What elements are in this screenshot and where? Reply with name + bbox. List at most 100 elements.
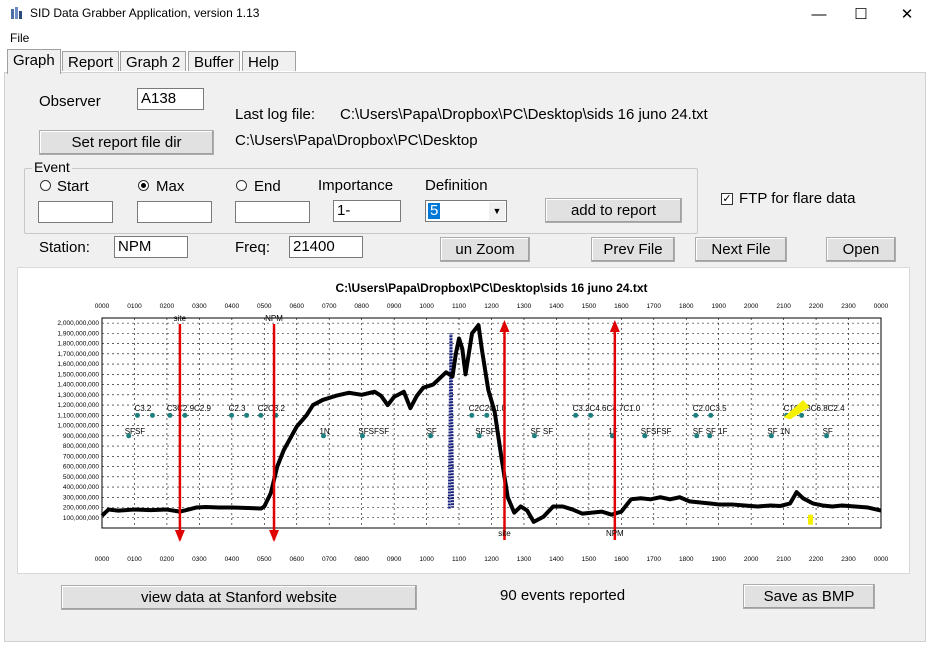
tab-buffer[interactable]: Buffer bbox=[188, 51, 240, 71]
x-tick-label-bottom: 1000 bbox=[419, 556, 434, 563]
tab-report[interactable]: Report bbox=[62, 51, 120, 71]
y-tick-label: 600,000,000 bbox=[63, 464, 100, 471]
max-radio[interactable] bbox=[138, 180, 149, 191]
x-tick-label-bottom: 0100 bbox=[127, 556, 142, 563]
x-tick-label-top: 0000 bbox=[95, 303, 110, 310]
event-group-label: Event bbox=[32, 159, 72, 175]
x-tick-label-top: 1600 bbox=[614, 303, 629, 310]
x-tick-label-top: 0400 bbox=[225, 303, 240, 310]
x-tick-label-bottom: 2100 bbox=[776, 556, 791, 563]
definition-select[interactable]: 5 ▼ bbox=[425, 200, 507, 222]
app-icon bbox=[11, 7, 22, 19]
open-button[interactable]: Open bbox=[826, 237, 896, 262]
maximize-button[interactable]: ☐ bbox=[838, 0, 884, 28]
y-tick-label: 500,000,000 bbox=[63, 474, 100, 481]
x-tick-label-top: 1700 bbox=[647, 303, 662, 310]
y-tick-label: 1,800,000,000 bbox=[57, 341, 99, 348]
unzoom-button[interactable]: un Zoom bbox=[440, 237, 530, 262]
prev-file-button[interactable]: Prev File bbox=[591, 237, 675, 262]
x-tick-label-top: 1400 bbox=[549, 303, 564, 310]
x-tick-label-top: 2000 bbox=[744, 303, 759, 310]
x-tick-label-top: 1000 bbox=[419, 303, 434, 310]
tab-graph-2[interactable]: Graph 2 bbox=[120, 51, 187, 71]
y-tick-label: 1,500,000,000 bbox=[57, 371, 99, 378]
y-tick-label: 1,600,000,000 bbox=[57, 361, 99, 368]
menu-file[interactable]: File bbox=[10, 31, 29, 45]
next-file-button[interactable]: Next File bbox=[695, 237, 787, 262]
marker-label: site bbox=[174, 314, 187, 323]
save-bmp-button[interactable]: Save as BMP bbox=[743, 584, 875, 609]
event-dot bbox=[229, 412, 235, 418]
observer-label: Observer bbox=[39, 93, 101, 110]
event-dot bbox=[707, 433, 713, 439]
x-tick-label-top: 0700 bbox=[322, 303, 337, 310]
close-button[interactable]: ✕ bbox=[884, 0, 930, 28]
y-tick-label: 1,000,000,000 bbox=[57, 423, 99, 430]
chevron-down-icon[interactable]: ▼ bbox=[489, 202, 505, 220]
x-tick-label-bottom: 2000 bbox=[744, 556, 759, 563]
add-to-report-button[interactable]: add to report bbox=[545, 198, 682, 223]
max-time-field[interactable] bbox=[137, 201, 212, 223]
event-dot bbox=[167, 412, 173, 418]
freq-field[interactable]: 21400 bbox=[289, 236, 363, 258]
station-field[interactable]: NPM bbox=[114, 236, 188, 258]
x-tick-label-bottom: 0400 bbox=[225, 556, 240, 563]
sid-graph[interactable]: C:\Users\Papa\Dropbox\PC\Desktop\sids 16… bbox=[17, 267, 910, 574]
chart-title: C:\Users\Papa\Dropbox\PC\Desktop\sids 16… bbox=[335, 281, 647, 295]
event-dot bbox=[531, 433, 537, 439]
event-dot bbox=[428, 433, 434, 439]
flare-class-label: C2.3 bbox=[229, 404, 246, 413]
event-dot bbox=[134, 412, 140, 418]
event-dot bbox=[469, 412, 475, 418]
tab-help[interactable]: Help bbox=[242, 51, 296, 71]
ftp-checkbox[interactable]: ✓ bbox=[721, 193, 733, 205]
minimize-button[interactable]: — bbox=[796, 0, 842, 28]
x-tick-label-top: 2300 bbox=[841, 303, 856, 310]
start-radio[interactable] bbox=[40, 180, 51, 191]
flare-class-label: C3.2 bbox=[134, 404, 151, 413]
chart-canvas[interactable]: C:\Users\Papa\Dropbox\PC\Desktop\sids 16… bbox=[18, 268, 909, 573]
start-time-field[interactable] bbox=[38, 201, 113, 223]
marker-arrowhead bbox=[174, 530, 185, 542]
end-time-field[interactable] bbox=[235, 201, 310, 223]
marker-arrowhead bbox=[269, 530, 280, 542]
event-dot bbox=[244, 412, 250, 418]
start-label: Start bbox=[57, 178, 89, 195]
x-tick-label-top: 1100 bbox=[452, 303, 466, 310]
x-tick-label-top: 0900 bbox=[387, 303, 402, 310]
y-tick-label: 2,000,000,000 bbox=[57, 320, 99, 327]
event-dot bbox=[258, 412, 264, 418]
y-tick-label: 1,900,000,000 bbox=[57, 330, 99, 337]
title-bar: SID Data Grabber Application, version 1.… bbox=[0, 0, 936, 28]
x-tick-label-bottom: 1200 bbox=[484, 556, 499, 563]
event-dot bbox=[182, 412, 188, 418]
tab-graph[interactable]: Graph bbox=[7, 49, 61, 74]
x-tick-label-top: 1300 bbox=[517, 303, 532, 310]
y-tick-label: 700,000,000 bbox=[63, 453, 100, 460]
x-tick-label-bottom: 1800 bbox=[679, 556, 694, 563]
set-report-dir-button[interactable]: Set report file dir bbox=[39, 130, 214, 155]
event-dot bbox=[573, 412, 579, 418]
event-dot bbox=[768, 433, 774, 439]
marker-label: site bbox=[498, 529, 511, 538]
x-tick-label-top: 0000 bbox=[874, 303, 889, 310]
stanford-button[interactable]: view data at Stanford website bbox=[61, 585, 417, 610]
x-tick-label-top: 0600 bbox=[290, 303, 305, 310]
marker-label: NPM bbox=[606, 529, 624, 538]
x-tick-label-bottom: 2200 bbox=[809, 556, 824, 563]
event-dot bbox=[799, 412, 805, 418]
end-radio[interactable] bbox=[236, 180, 247, 191]
station-label: Station: bbox=[39, 239, 90, 256]
y-tick-label: 1,100,000,000 bbox=[57, 412, 99, 419]
x-tick-label-bottom: 1600 bbox=[614, 556, 629, 563]
event-dot bbox=[149, 412, 155, 418]
x-tick-label-top: 2100 bbox=[776, 303, 791, 310]
y-tick-label: 300,000,000 bbox=[63, 494, 100, 501]
event-dot bbox=[588, 412, 594, 418]
x-tick-label-top: 0200 bbox=[160, 303, 175, 310]
x-tick-label-bottom: 0600 bbox=[290, 556, 305, 563]
max-label: Max bbox=[156, 178, 185, 195]
importance-field[interactable]: 1- bbox=[333, 200, 401, 222]
window-title: SID Data Grabber Application, version 1.… bbox=[30, 6, 260, 20]
observer-field[interactable]: A138 bbox=[137, 88, 204, 110]
